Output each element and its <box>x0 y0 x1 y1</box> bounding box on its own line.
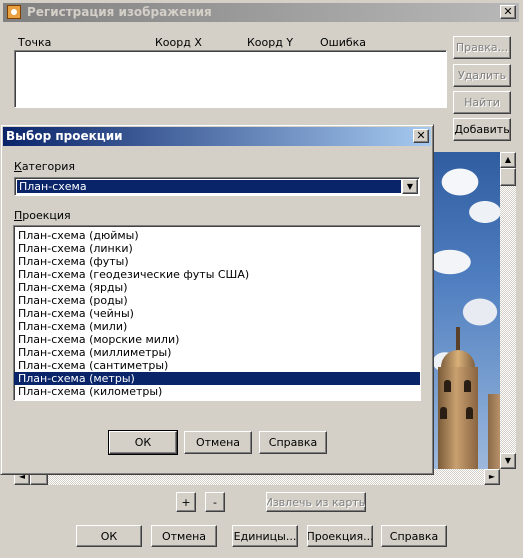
projection-list-item[interactable]: План-схема (километры) <box>14 385 420 398</box>
dialog-cancel-button[interactable]: Отмена <box>184 431 252 454</box>
help-bottom-button[interactable]: Справка <box>381 525 447 547</box>
category-label-accel: К <box>14 160 22 173</box>
projection-list-item[interactable]: План-схема (ярды) <box>14 281 420 294</box>
projection-list-item[interactable]: План-схема (миллиметры) <box>14 346 420 359</box>
vertical-scrollbar[interactable] <box>500 152 516 469</box>
points-list[interactable] <box>14 50 447 108</box>
delete-button[interactable]: Удалить <box>453 64 511 87</box>
add-button[interactable]: Добавить <box>453 118 511 141</box>
help-button[interactable]: Правка... <box>453 36 511 59</box>
scroll-right-icon[interactable]: ► <box>484 469 500 485</box>
image-preview[interactable] <box>430 152 502 469</box>
dome-window <box>440 407 447 419</box>
scroll-down-icon[interactable]: ▼ <box>500 453 516 469</box>
column-header-error[interactable]: Ошибка <box>320 36 366 49</box>
vertical-scroll-thumb[interactable] <box>500 168 516 186</box>
projection-list-item[interactable]: План-схема (морские мили) <box>14 333 420 346</box>
projection-label-rest: роекция <box>22 209 71 222</box>
zoom-in-button[interactable]: + <box>176 492 196 512</box>
projection-dialog: Выбор проекции ✕ Категория План-схема ▼ … <box>0 124 434 475</box>
projection-list-item[interactable]: План-схема (чейны) <box>14 307 420 320</box>
dropdown-arrow-icon[interactable]: ▼ <box>402 179 418 194</box>
close-icon[interactable]: ✕ <box>500 5 516 19</box>
dialog-ok-button[interactable]: ОК <box>108 430 178 455</box>
dialog-title-bar[interactable]: Выбор проекции ✕ <box>3 127 431 146</box>
projection-list[interactable]: План-схема (дюймы) План-схема (линки) План… <box>13 225 421 401</box>
dome-window <box>466 407 473 419</box>
ok-button[interactable]: ОК <box>76 525 142 547</box>
column-header-coord-x[interactable]: Коорд X <box>155 36 202 49</box>
dome-window <box>444 380 451 392</box>
category-selected-value: План-схема <box>17 180 401 193</box>
projection-list-item[interactable]: План-схема (роды) <box>14 294 420 307</box>
extract-from-map-button[interactable]: Извлечь из карты <box>266 492 366 512</box>
zoom-out-button[interactable]: - <box>205 492 225 512</box>
dialog-title: Выбор проекции <box>6 129 123 143</box>
projection-list-item[interactable]: План-схема (футы) <box>14 255 420 268</box>
outer-window-title: Регистрация изображения <box>27 5 212 19</box>
dome-window <box>464 380 471 392</box>
dialog-close-icon[interactable]: ✕ <box>413 129 429 143</box>
projection-label: Проекция <box>14 209 71 222</box>
projection-list-item[interactable]: План-схема (метры) <box>14 372 420 385</box>
projection-list-item[interactable]: План-схема (линки) <box>14 242 420 255</box>
projection-list-item[interactable]: План-схема (геодезические футы США) <box>14 268 420 281</box>
scroll-up-icon[interactable]: ▲ <box>500 152 516 168</box>
outer-title-bar[interactable]: Регистрация изображения ✕ <box>3 3 519 22</box>
projection-list-item[interactable]: План-схема (мили) <box>14 320 420 333</box>
projection-list-item[interactable]: План-схема (дюймы) <box>14 229 420 242</box>
category-label-rest: атегория <box>21 160 75 173</box>
dialog-help-button[interactable]: Справка <box>259 431 327 454</box>
cancel-button[interactable]: Отмена <box>151 525 217 547</box>
projection-list-item[interactable]: План-схема (сантиметры) <box>14 359 420 372</box>
category-label: Категория <box>14 160 75 173</box>
units-button[interactable]: Единицы... <box>232 525 298 547</box>
find-button[interactable]: Найти <box>453 91 511 114</box>
column-header-point[interactable]: Точка <box>18 36 51 49</box>
category-dropdown[interactable]: План-схема ▼ <box>14 177 420 196</box>
projection-button[interactable]: Проекция... <box>307 525 373 547</box>
app-icon <box>7 5 21 19</box>
column-header-coord-y[interactable]: Коорд Y <box>247 36 293 49</box>
